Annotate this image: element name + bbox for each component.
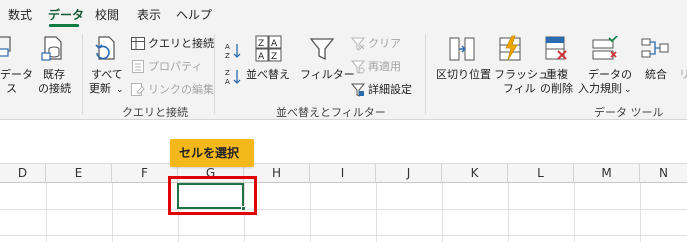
advanced-filter-icon (351, 83, 365, 97)
column-header-d[interactable]: D (0, 164, 46, 183)
group-label-sort-filter: 並べ替えとフィルター (276, 106, 386, 119)
filter-icon (309, 38, 335, 61)
properties-icon (132, 60, 144, 73)
separator (82, 34, 83, 114)
existing-connections-label-1: 既存 (43, 68, 65, 81)
grid-line (310, 183, 311, 242)
grid-line (442, 183, 443, 242)
svg-text:Z: Z (258, 39, 264, 49)
data-validation-label-1: データの (588, 68, 632, 81)
edit-links-icon (131, 83, 145, 96)
existing-connections-icon (41, 36, 62, 61)
grid-line (376, 183, 377, 242)
grid-line (640, 183, 641, 242)
chevron-down-icon: ⌄ (116, 85, 124, 95)
svg-text:Z: Z (271, 52, 277, 62)
grid-line (0, 209, 687, 210)
refresh-all-label-2: 更新 (89, 82, 111, 95)
tab-review[interactable]: 校閲 (95, 6, 119, 23)
column-header-e[interactable]: E (46, 164, 112, 183)
grid-line (574, 183, 575, 242)
flash-fill-label-2: フィル (503, 82, 536, 95)
column-header-l[interactable]: L (508, 164, 574, 183)
excel-window: 数式 データ 校閲 表示 ヘルプ データ ス 既存 の接続 すべて 更新 ⌄ ク… (0, 0, 687, 242)
advanced-label: 詳細設定 (368, 83, 412, 96)
ribbon-tabs: 数式 データ 校閲 表示 ヘルプ (0, 0, 687, 28)
reapply-icon (351, 60, 365, 74)
separator (214, 34, 215, 114)
svg-text:Z: Z (225, 52, 230, 60)
sort-descending-icon: Z A (225, 69, 241, 86)
tab-help[interactable]: ヘルプ (176, 6, 212, 23)
column-headers: D E F G H I J K L M N (0, 163, 687, 183)
select-cell-callout: セルを選択 (170, 139, 254, 167)
column-header-n[interactable]: N (640, 164, 687, 183)
tab-data[interactable]: データ (48, 6, 84, 23)
grid-line (112, 183, 113, 242)
properties-label: プロパティ (148, 60, 203, 73)
refresh-icon (95, 36, 115, 60)
grid-line (46, 183, 47, 242)
remove-duplicates-label-1: 重複 (546, 68, 568, 81)
tab-formulas[interactable]: 数式 (8, 6, 32, 23)
get-data-label-1: データ (0, 68, 33, 81)
data-validation-label-2: 入力規則 (578, 82, 622, 95)
sort-label: 並べ替え (246, 68, 290, 81)
active-tab-indicator (49, 24, 79, 27)
data-validation-icon (592, 36, 619, 60)
group-label-queries: クエリと接続 (122, 106, 188, 119)
column-header-j[interactable]: J (376, 164, 442, 183)
clear-filter-icon (351, 37, 365, 51)
reapply-label: 再適用 (368, 60, 401, 73)
clear-label: クリア (368, 37, 401, 50)
remove-duplicates-label-2: の削除 (540, 82, 573, 95)
flash-fill-icon (499, 35, 521, 61)
svg-text:A: A (225, 78, 230, 86)
svg-text:A: A (258, 52, 265, 62)
separator (425, 34, 426, 114)
column-header-k[interactable]: K (442, 164, 508, 183)
get-data-icon (0, 36, 11, 57)
chevron-down-icon: ⌄ (624, 85, 632, 95)
svg-text:A: A (225, 43, 230, 51)
ribbon: データ ス 既存 の接続 すべて 更新 ⌄ クエリと接続 プロパティ リンクの編… (0, 28, 687, 120)
edit-links-label: リンクの編集 (148, 83, 214, 96)
svg-text:A: A (271, 39, 278, 49)
text-to-columns-icon (449, 37, 475, 61)
remove-duplicates-icon (545, 36, 567, 60)
queries-connections-icon (131, 37, 145, 50)
sort-ascending-icon: A Z (225, 43, 241, 60)
tab-view[interactable]: 表示 (137, 6, 161, 23)
column-header-i[interactable]: I (310, 164, 376, 183)
sheet-top-spacer (0, 121, 687, 163)
highlight-frame (168, 176, 257, 215)
grid-line (508, 183, 509, 242)
group-label-data-tools: データ ツール (594, 106, 664, 119)
sort-icon: Z A A Z (255, 35, 282, 62)
svg-text:Z: Z (225, 69, 230, 77)
flash-fill-label-1: フラッシュ (494, 68, 549, 81)
consolidate-label: 統合 (645, 68, 667, 81)
text-to-columns-label: 区切り位置 (436, 68, 491, 81)
consolidate-icon (641, 38, 669, 58)
worksheet-grid[interactable] (0, 183, 687, 242)
queries-connections-label: クエリと接続 (148, 37, 214, 50)
refresh-all-label-1: すべて (91, 68, 123, 81)
existing-connections-label-2: の接続 (38, 82, 71, 95)
grid-line (0, 235, 687, 236)
relationships-label-partial[interactable]: リ (679, 68, 687, 82)
get-data-label-2: ス (6, 82, 17, 95)
filter-label: フィルター (300, 68, 355, 81)
column-header-m[interactable]: M (574, 164, 640, 183)
